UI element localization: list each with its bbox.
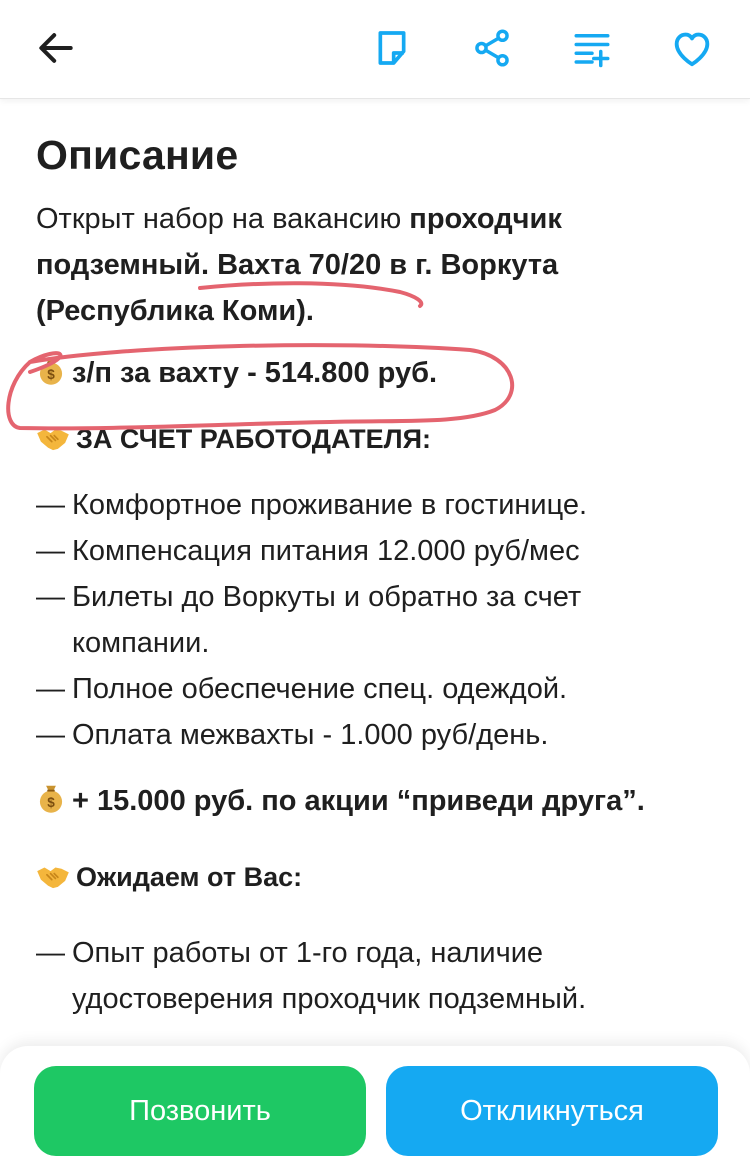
share-button[interactable] xyxy=(464,20,520,76)
referral-promo-text: + 15.000 руб. по акции “приведи друга”. xyxy=(72,785,645,817)
compare-list-icon xyxy=(574,34,610,68)
svg-text:$: $ xyxy=(47,795,55,810)
list-item: — Оплата межвахты - 1.000 руб/день. xyxy=(36,719,549,751)
referral-promo: $ + 15.000 руб. по акции “приведи друга”… xyxy=(36,778,716,828)
arrow-left-icon xyxy=(39,33,73,63)
bottom-action-bar: Позвонить Откликнуться xyxy=(0,1046,750,1176)
note-button[interactable] xyxy=(364,20,420,76)
list-item: — Опыт работы от 1-го года, наличие удост… xyxy=(36,937,587,1015)
list-item: — Билеты до Воркуты и обратно за счет ком… xyxy=(36,581,582,659)
apply-button[interactable]: Откликнуться xyxy=(386,1066,718,1156)
call-button[interactable]: Позвонить xyxy=(34,1066,366,1156)
heart-icon xyxy=(674,32,710,67)
money-bag-icon: $ xyxy=(36,782,66,828)
handshake-icon xyxy=(36,420,70,466)
intro-paragraph: Открыт набор на вакансию проходчик подзе… xyxy=(36,196,716,334)
top-bar xyxy=(0,0,750,99)
list-item: — Компенсация питания 12.000 руб/мес xyxy=(36,535,580,567)
list-item: — Полное обеспечение спец. одеждой. xyxy=(36,673,568,705)
requirements-list: — Опыт работы от 1-го года, наличие удост… xyxy=(36,930,716,1022)
employer-benefits-heading: ЗА СЧЁТ РАБОТОДАТЕЛЯ: xyxy=(36,416,716,466)
back-button[interactable] xyxy=(28,20,84,76)
employer-benefits-heading-text: ЗА СЧЁТ РАБОТОДАТЕЛЯ: xyxy=(76,424,432,454)
description-section: Описание Открыт набор на вакансию проход… xyxy=(36,120,716,1022)
requirements-heading: Ожидаем от Вас: xyxy=(36,854,716,904)
salary-text: з/п за вахту - 514.800 руб. xyxy=(72,357,438,389)
compare-button[interactable] xyxy=(564,20,620,76)
employer-benefits-list: — Комфортное проживание в гостинице. — Ком… xyxy=(36,482,716,758)
svg-text:$: $ xyxy=(47,367,55,382)
favorite-button[interactable] xyxy=(664,20,720,76)
salary-line: $ з/п за вахту - 514.800 руб. xyxy=(36,350,716,400)
money-bag-icon: $ xyxy=(36,354,66,400)
section-title: Описание xyxy=(36,132,239,178)
requirements-heading-text: Ожидаем от Вас: xyxy=(76,862,303,892)
intro-text: Открыт набор на вакансию xyxy=(36,203,410,235)
handshake-icon xyxy=(36,858,70,904)
list-item: — Комфортное проживание в гостинице. xyxy=(36,489,588,521)
share-icon xyxy=(475,29,509,67)
note-icon xyxy=(378,31,406,65)
